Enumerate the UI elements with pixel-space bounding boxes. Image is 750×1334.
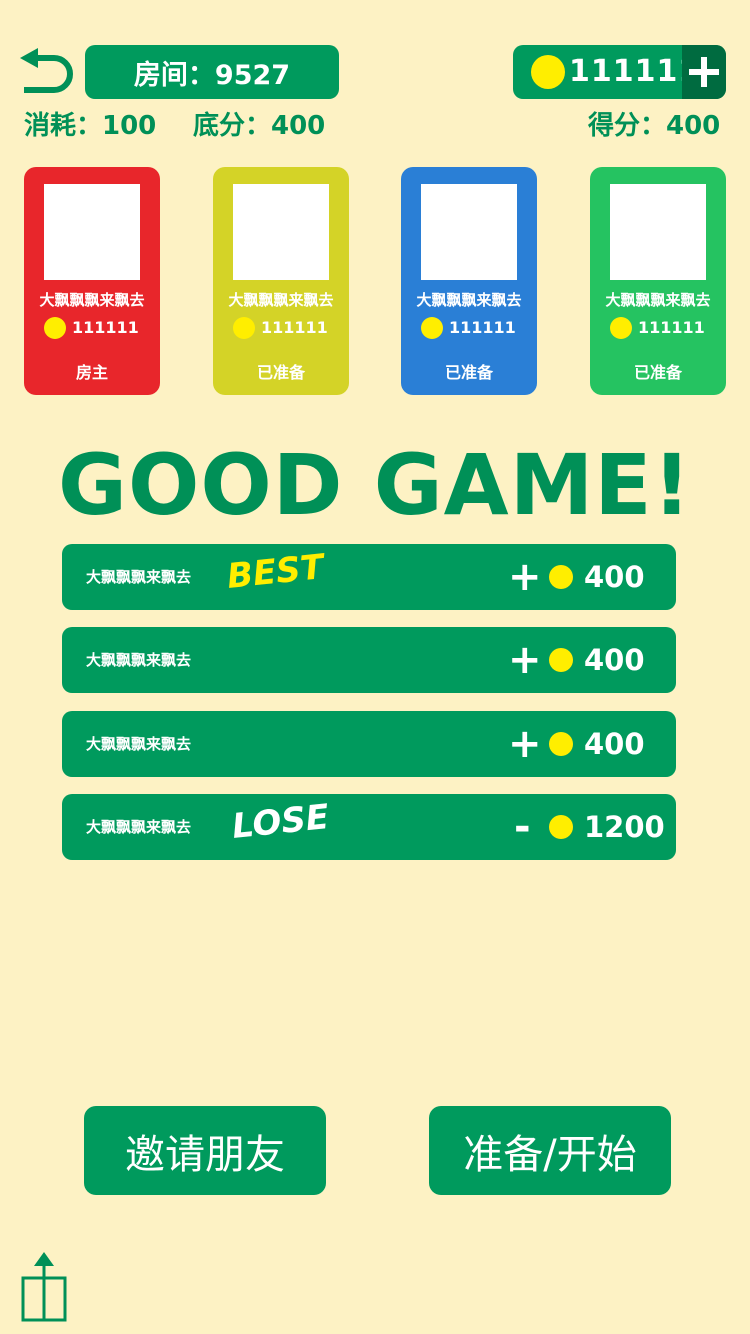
player-coins: 111111 xyxy=(449,318,516,337)
avatar xyxy=(610,184,706,280)
player-coins: 111111 xyxy=(72,318,139,337)
result-row: 大飘飘飘来飘去 + 400 xyxy=(62,711,676,777)
player-card[interactable]: 大飘飘飘来飘去 111111 已准备 xyxy=(213,167,349,395)
coin-icon xyxy=(44,317,66,339)
player-status: 已准备 xyxy=(444,363,493,382)
room-number-label: 房间：9527 xyxy=(85,45,339,99)
result-row: 大飘飘飘来飘去 + 400 xyxy=(62,627,676,693)
result-player-name: 大飘飘飘来飘去 xyxy=(86,735,192,753)
best-tag: BEST xyxy=(225,547,326,597)
back-arrow-icon xyxy=(20,48,73,93)
player-name: 大飘飘飘来飘去 xyxy=(228,291,334,309)
result-player-name: 大飘飘飘来飘去 xyxy=(86,651,192,669)
result-player-name: 大飘飘飘来飘去 xyxy=(86,818,192,836)
avatar xyxy=(421,184,517,280)
player-coins: 111111 xyxy=(638,318,705,337)
result-amount: 400 xyxy=(584,560,645,594)
coin-balance: 111111 xyxy=(513,45,726,99)
add-coins-button[interactable] xyxy=(682,45,726,99)
share-icon xyxy=(21,1252,67,1322)
avatar xyxy=(233,184,329,280)
coin-icon xyxy=(549,565,573,589)
base-score-label: 底分：400 xyxy=(193,111,326,141)
avatar xyxy=(44,184,140,280)
result-row: 大飘飘飘来飘去 BEST + 400 xyxy=(62,544,676,610)
player-name: 大飘飘飘来飘去 xyxy=(605,291,711,309)
coin-icon xyxy=(421,317,443,339)
result-sign: - xyxy=(514,804,531,850)
player-status: 已准备 xyxy=(256,363,305,382)
ready-start-button[interactable]: 准备/开始 xyxy=(429,1106,671,1195)
back-button[interactable] xyxy=(18,48,74,100)
player-card[interactable]: 大飘飘飘来飘去 111111 已准备 xyxy=(401,167,537,395)
consume-label: 消耗：100 xyxy=(24,111,157,141)
score-label: 得分：400 xyxy=(588,111,721,141)
player-status: 房主 xyxy=(75,363,108,382)
coin-icon xyxy=(549,815,573,839)
coin-icon xyxy=(233,317,255,339)
coin-icon xyxy=(531,55,565,89)
lose-tag: LOSE xyxy=(230,797,331,847)
coin-icon xyxy=(549,648,573,672)
result-row: 大飘飘飘来飘去 LOSE - 1200 xyxy=(62,794,676,860)
player-status: 已准备 xyxy=(633,363,682,382)
coin-icon xyxy=(610,317,632,339)
player-coins: 111111 xyxy=(261,318,328,337)
coin-balance-value: 111111 xyxy=(569,54,701,89)
player-name: 大飘飘飘来飘去 xyxy=(39,291,145,309)
result-amount: 400 xyxy=(584,727,645,761)
result-sign: + xyxy=(508,637,542,683)
share-button[interactable] xyxy=(20,1252,68,1322)
plus-icon xyxy=(689,57,719,87)
result-sign: + xyxy=(508,554,542,600)
result-amount: 400 xyxy=(584,643,645,677)
result-amount: 1200 xyxy=(584,810,665,844)
player-name: 大飘飘飘来飘去 xyxy=(416,291,522,309)
player-card[interactable]: 大飘飘飘来飘去 111111 已准备 xyxy=(590,167,726,395)
player-card[interactable]: 大飘飘飘来飘去 111111 房主 xyxy=(24,167,160,395)
invite-friends-button[interactable]: 邀请朋友 xyxy=(84,1106,326,1195)
result-player-name: 大飘飘飘来飘去 xyxy=(86,568,192,586)
result-title: GOOD GAME! xyxy=(58,436,692,534)
result-sign: + xyxy=(508,721,542,767)
coin-icon xyxy=(549,732,573,756)
